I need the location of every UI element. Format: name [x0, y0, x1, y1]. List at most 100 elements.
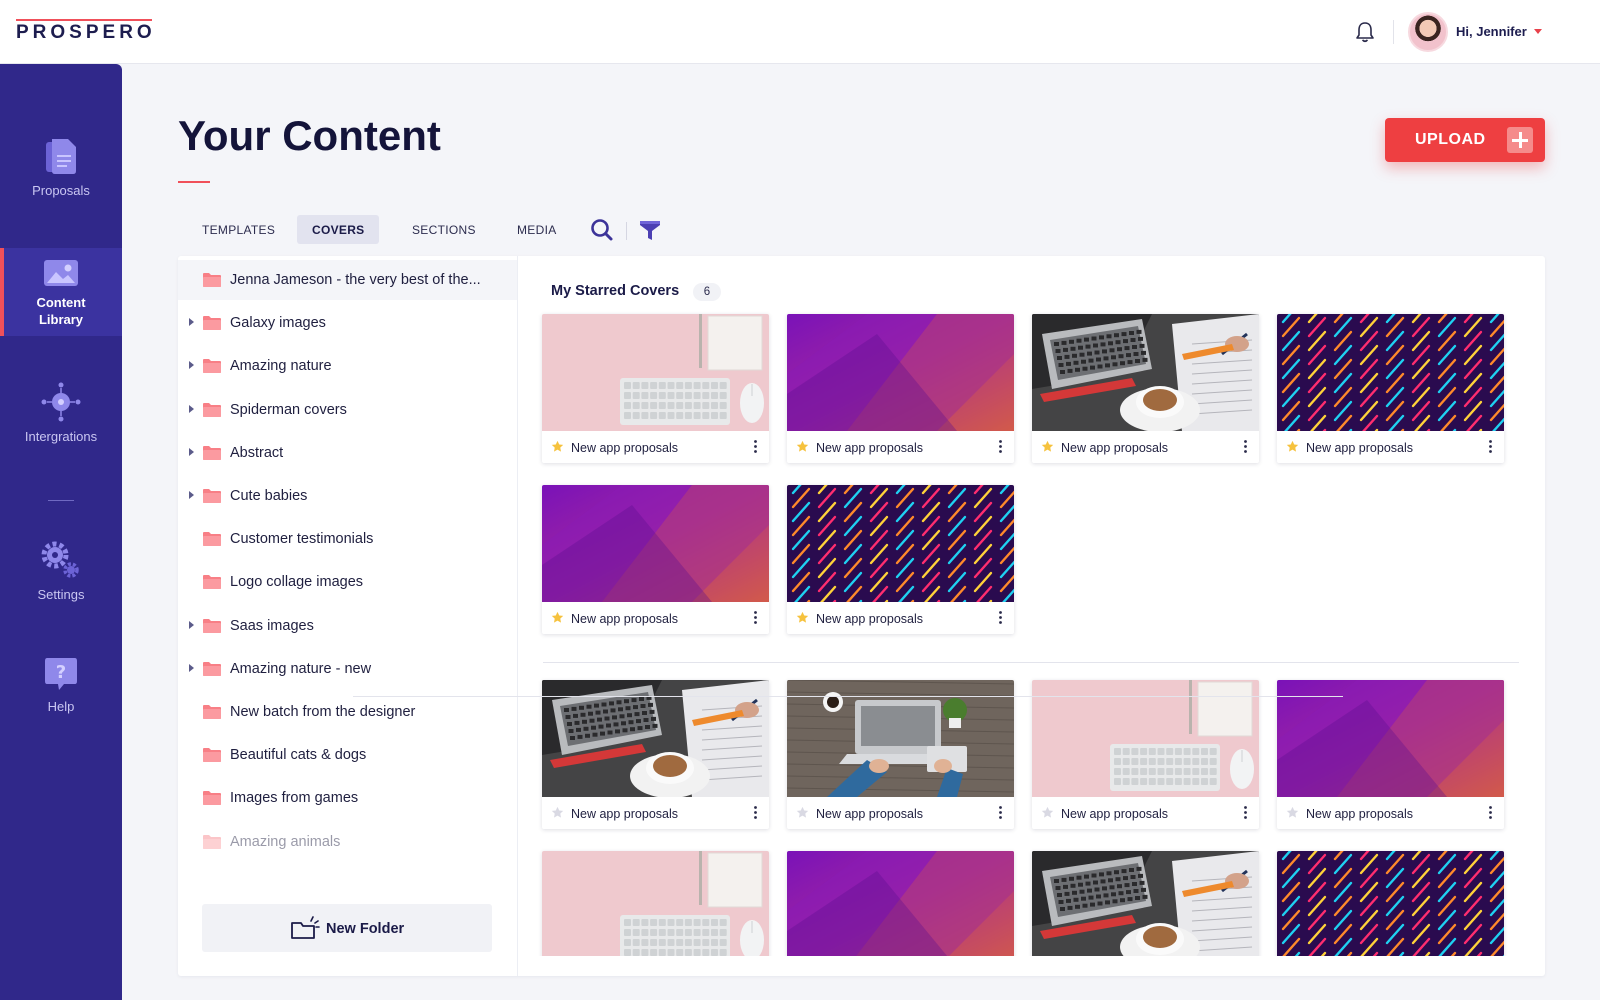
sidebar-item-label: Help	[47, 699, 75, 714]
folder-item[interactable]: Galaxy images	[178, 303, 517, 343]
expand-arrow-icon[interactable]	[189, 620, 194, 629]
more-options-icon[interactable]	[754, 440, 757, 453]
more-options-icon[interactable]	[999, 440, 1002, 453]
expand-arrow-icon[interactable]	[189, 318, 194, 327]
cover-thumbnail[interactable]	[542, 851, 769, 956]
folder-name: Amazing nature - new	[230, 660, 372, 677]
user-greeting[interactable]: Hi, Jennifer	[1456, 24, 1527, 39]
cover-card[interactable]: New app proposals	[1277, 314, 1504, 463]
cover-card[interactable]	[1277, 851, 1504, 956]
cover-card[interactable]: New app proposals	[542, 680, 769, 829]
cover-card[interactable]: New app proposals	[787, 485, 1014, 634]
cover-thumbnail[interactable]	[787, 485, 1014, 602]
more-options-icon[interactable]	[1489, 440, 1492, 453]
folder-name: Logo collage images	[230, 574, 364, 591]
tab-sections[interactable]: SECTIONS	[397, 215, 491, 244]
folder-item[interactable]: Amazing animals	[178, 822, 517, 862]
expand-arrow-icon[interactable]	[189, 663, 194, 672]
app-logo[interactable]: PROSPERO	[16, 19, 156, 44]
star-icon[interactable]	[551, 611, 564, 624]
help-icon: ?	[45, 658, 77, 690]
star-icon[interactable]	[551, 440, 564, 453]
filter-icon[interactable]	[638, 218, 662, 242]
cover-thumbnail[interactable]	[542, 485, 769, 602]
folder-item[interactable]: Jenna Jameson - the very best of the...	[178, 260, 517, 300]
star-icon[interactable]	[796, 611, 809, 624]
folder-item[interactable]: Spiderman covers	[178, 390, 517, 430]
folder-item[interactable]: Amazing nature - new	[178, 649, 517, 689]
folder-item[interactable]: Saas images	[178, 606, 517, 646]
cover-name: New app proposals	[1061, 807, 1169, 821]
cover-thumbnail[interactable]	[787, 314, 1014, 431]
folder-name: Spiderman covers	[230, 401, 347, 418]
sidebar-item-help[interactable]: ? Help	[0, 656, 122, 726]
gears-icon	[41, 541, 79, 578]
cover-thumbnail[interactable]	[1277, 680, 1504, 797]
folder-item[interactable]: Abstract	[178, 433, 517, 473]
cover-thumbnail[interactable]	[1277, 314, 1504, 431]
more-options-icon[interactable]	[999, 806, 1002, 819]
cover-thumbnail[interactable]	[787, 851, 1014, 956]
star-icon[interactable]	[551, 806, 564, 819]
more-options-icon[interactable]	[1244, 440, 1247, 453]
star-icon[interactable]	[796, 806, 809, 819]
notification-bell-icon[interactable]	[1354, 20, 1376, 44]
star-icon[interactable]	[1286, 806, 1299, 819]
cover-thumbnail[interactable]	[1032, 851, 1259, 956]
cover-card[interactable]: New app proposals	[787, 314, 1014, 463]
user-avatar[interactable]	[1408, 12, 1448, 52]
tab-templates[interactable]: TEMPLATES	[187, 215, 290, 244]
more-options-icon[interactable]	[754, 806, 757, 819]
user-menu-caret-icon[interactable]	[1534, 29, 1542, 34]
folder-item[interactable]: Amazing nature	[178, 346, 517, 386]
sidebar-item-settings[interactable]: Settings	[0, 540, 122, 610]
upload-button[interactable]: UPLOAD	[1385, 118, 1545, 162]
expand-arrow-icon[interactable]	[189, 361, 194, 370]
integrations-icon	[41, 382, 81, 422]
cover-card[interactable]: New app proposals	[542, 485, 769, 634]
folder-item[interactable]: Beautiful cats & dogs	[178, 735, 517, 775]
folder-item[interactable]: Customer testimonials	[178, 519, 517, 559]
cover-card[interactable]	[787, 851, 1014, 956]
cover-card[interactable]	[1032, 851, 1259, 956]
cover-thumbnail[interactable]	[1032, 680, 1259, 797]
star-icon[interactable]	[1041, 806, 1054, 819]
cover-card[interactable]: New app proposals	[1032, 314, 1259, 463]
new-folder-button[interactable]: New Folder	[202, 904, 492, 952]
cover-card[interactable]: New app proposals	[1277, 680, 1504, 829]
folder-list[interactable]: Jenna Jameson - the very best of the... G…	[178, 256, 518, 976]
cover-card[interactable]	[542, 851, 769, 956]
cover-card[interactable]: New app proposals	[1032, 680, 1259, 829]
sidebar-item-label: Proposals	[32, 183, 90, 198]
image-icon	[44, 260, 78, 286]
more-options-icon[interactable]	[999, 611, 1002, 624]
tab-media[interactable]: MEDIA	[502, 215, 572, 244]
cover-thumbnail[interactable]	[542, 680, 769, 797]
sidebar-item-proposals[interactable]: Proposals	[0, 138, 122, 218]
folder-item[interactable]: New batch from the designer	[178, 692, 517, 732]
expand-arrow-icon[interactable]	[189, 404, 194, 413]
upload-button-label: UPLOAD	[1415, 131, 1486, 148]
tab-covers[interactable]: COVERS	[297, 215, 380, 244]
cover-thumbnail[interactable]	[787, 680, 1014, 797]
star-icon[interactable]	[1041, 440, 1054, 453]
cover-card[interactable]: New app proposals	[787, 680, 1014, 829]
search-icon[interactable]	[590, 218, 614, 242]
expand-arrow-icon[interactable]	[189, 447, 194, 456]
sidebar-item-content-library[interactable]: Content Library	[0, 248, 122, 336]
folder-icon	[202, 574, 222, 590]
more-options-icon[interactable]	[754, 611, 757, 624]
folder-item[interactable]: Logo collage images	[178, 562, 517, 602]
sidebar-item-integrations[interactable]: Intergrations	[0, 382, 122, 452]
star-icon[interactable]	[796, 440, 809, 453]
more-options-icon[interactable]	[1489, 806, 1492, 819]
expand-arrow-icon[interactable]	[189, 491, 194, 499]
folder-item[interactable]: Cute babies	[178, 476, 517, 516]
more-options-icon[interactable]	[1244, 806, 1247, 819]
cover-thumbnail[interactable]	[542, 314, 769, 431]
cover-thumbnail[interactable]	[1032, 314, 1259, 431]
cover-thumbnail[interactable]	[1277, 851, 1504, 956]
star-icon[interactable]	[1286, 440, 1299, 453]
folder-item[interactable]: Images from games	[178, 778, 517, 818]
cover-card[interactable]: New app proposals	[542, 314, 769, 463]
